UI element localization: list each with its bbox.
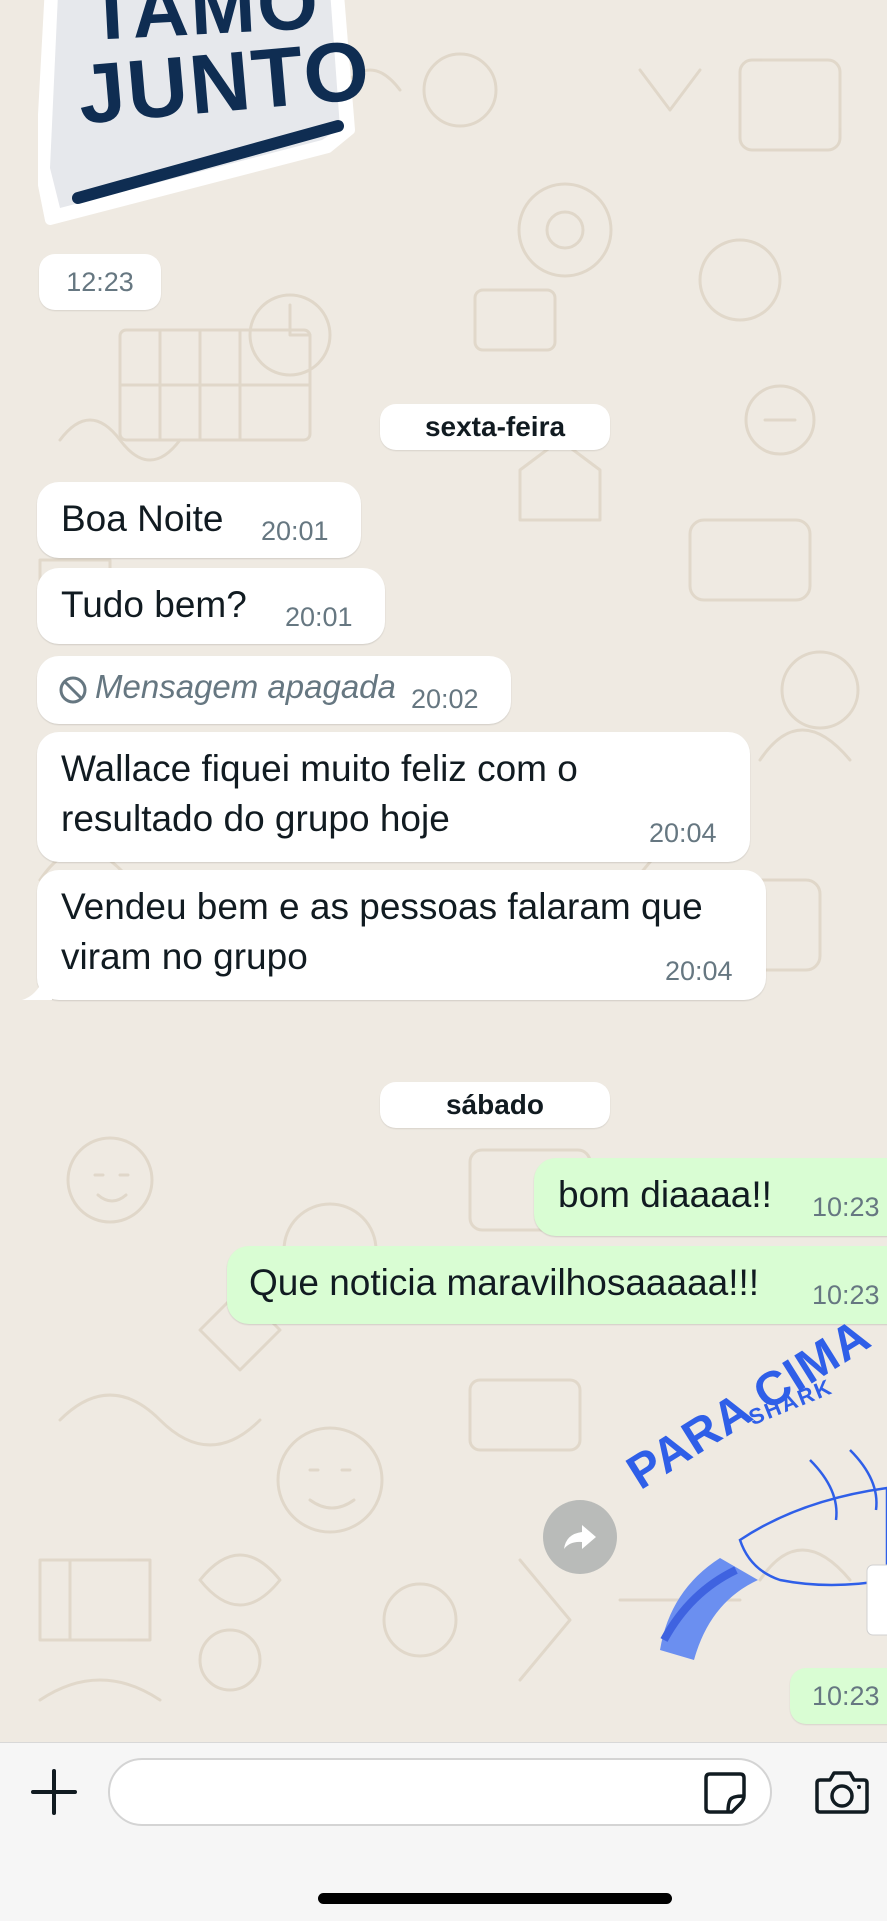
- message-timestamp: 20:02: [411, 684, 479, 714]
- message-bubble-incoming[interactable]: Vendeu bem e as pessoas falaram que vira…: [37, 870, 766, 1000]
- message-timestamp: 20:01: [285, 602, 353, 632]
- sticker-timestamp-outgoing: 10:23: [790, 1668, 887, 1724]
- plus-icon[interactable]: [29, 1767, 79, 1817]
- forward-button[interactable]: [543, 1500, 617, 1574]
- sticker-para-cima[interactable]: PARA CIMA SHARK: [618, 1309, 887, 1660]
- message-bubble-outgoing[interactable]: bom diaaaa!! 10:23: [534, 1158, 887, 1236]
- sticker-tamo-junto[interactable]: TAMO JUNTO: [35, 0, 375, 240]
- message-timestamp: 20:04: [649, 818, 717, 848]
- sticker-icon[interactable]: [702, 1770, 748, 1816]
- day-separator-saturday: sábado: [380, 1082, 610, 1128]
- message-text-line-1: Wallace fiquei muito feliz com o: [61, 748, 578, 789]
- message-text: Que noticia maravilhosaaaaa!!!: [249, 1262, 760, 1303]
- message-bubble-incoming[interactable]: Boa Noite 20:01: [37, 482, 361, 558]
- sticker-timestamp: 12:23: [39, 254, 161, 310]
- message-bubble-deleted[interactable]: Mensagem apagada 20:02: [37, 656, 511, 724]
- message-text-line-2: viram no grupo: [61, 936, 308, 977]
- home-indicator: [318, 1893, 672, 1904]
- message-text: Boa Noite: [61, 498, 224, 539]
- message-input[interactable]: [108, 1758, 772, 1826]
- message-timestamp: 20:04: [665, 956, 733, 986]
- message-text-line-1: Vendeu bem e as pessoas falaram que: [61, 886, 703, 927]
- message-text: bom diaaaa!!: [558, 1174, 772, 1215]
- message-bubble-incoming[interactable]: Tudo bem? 20:01: [37, 568, 385, 644]
- deleted-message-text: Mensagem apagada: [95, 668, 396, 705]
- bubble-tail: [22, 978, 52, 1000]
- message-timestamp: 10:23: [812, 1192, 880, 1222]
- sticker-timestamp-text: 10:23: [812, 1681, 880, 1711]
- day-separator-friday: sexta-feira: [380, 404, 610, 450]
- message-text: Tudo bem?: [61, 584, 247, 625]
- message-bubble-incoming[interactable]: Wallace fiquei muito feliz com o resulta…: [37, 732, 750, 862]
- chat-background: TAMO JUNTO 12:23 sexta-feira Boa Noite 2…: [0, 0, 887, 1742]
- message-timestamp: 10:23: [812, 1280, 880, 1310]
- camera-icon[interactable]: [814, 1768, 870, 1816]
- forward-arrow-icon: [564, 1525, 596, 1549]
- message-text-line-2: resultado do grupo hoje: [61, 798, 450, 839]
- message-bubble-outgoing[interactable]: Que noticia maravilhosaaaaa!!! 10:23: [227, 1246, 887, 1324]
- message-timestamp: 20:01: [261, 516, 329, 546]
- ban-icon: [59, 676, 87, 704]
